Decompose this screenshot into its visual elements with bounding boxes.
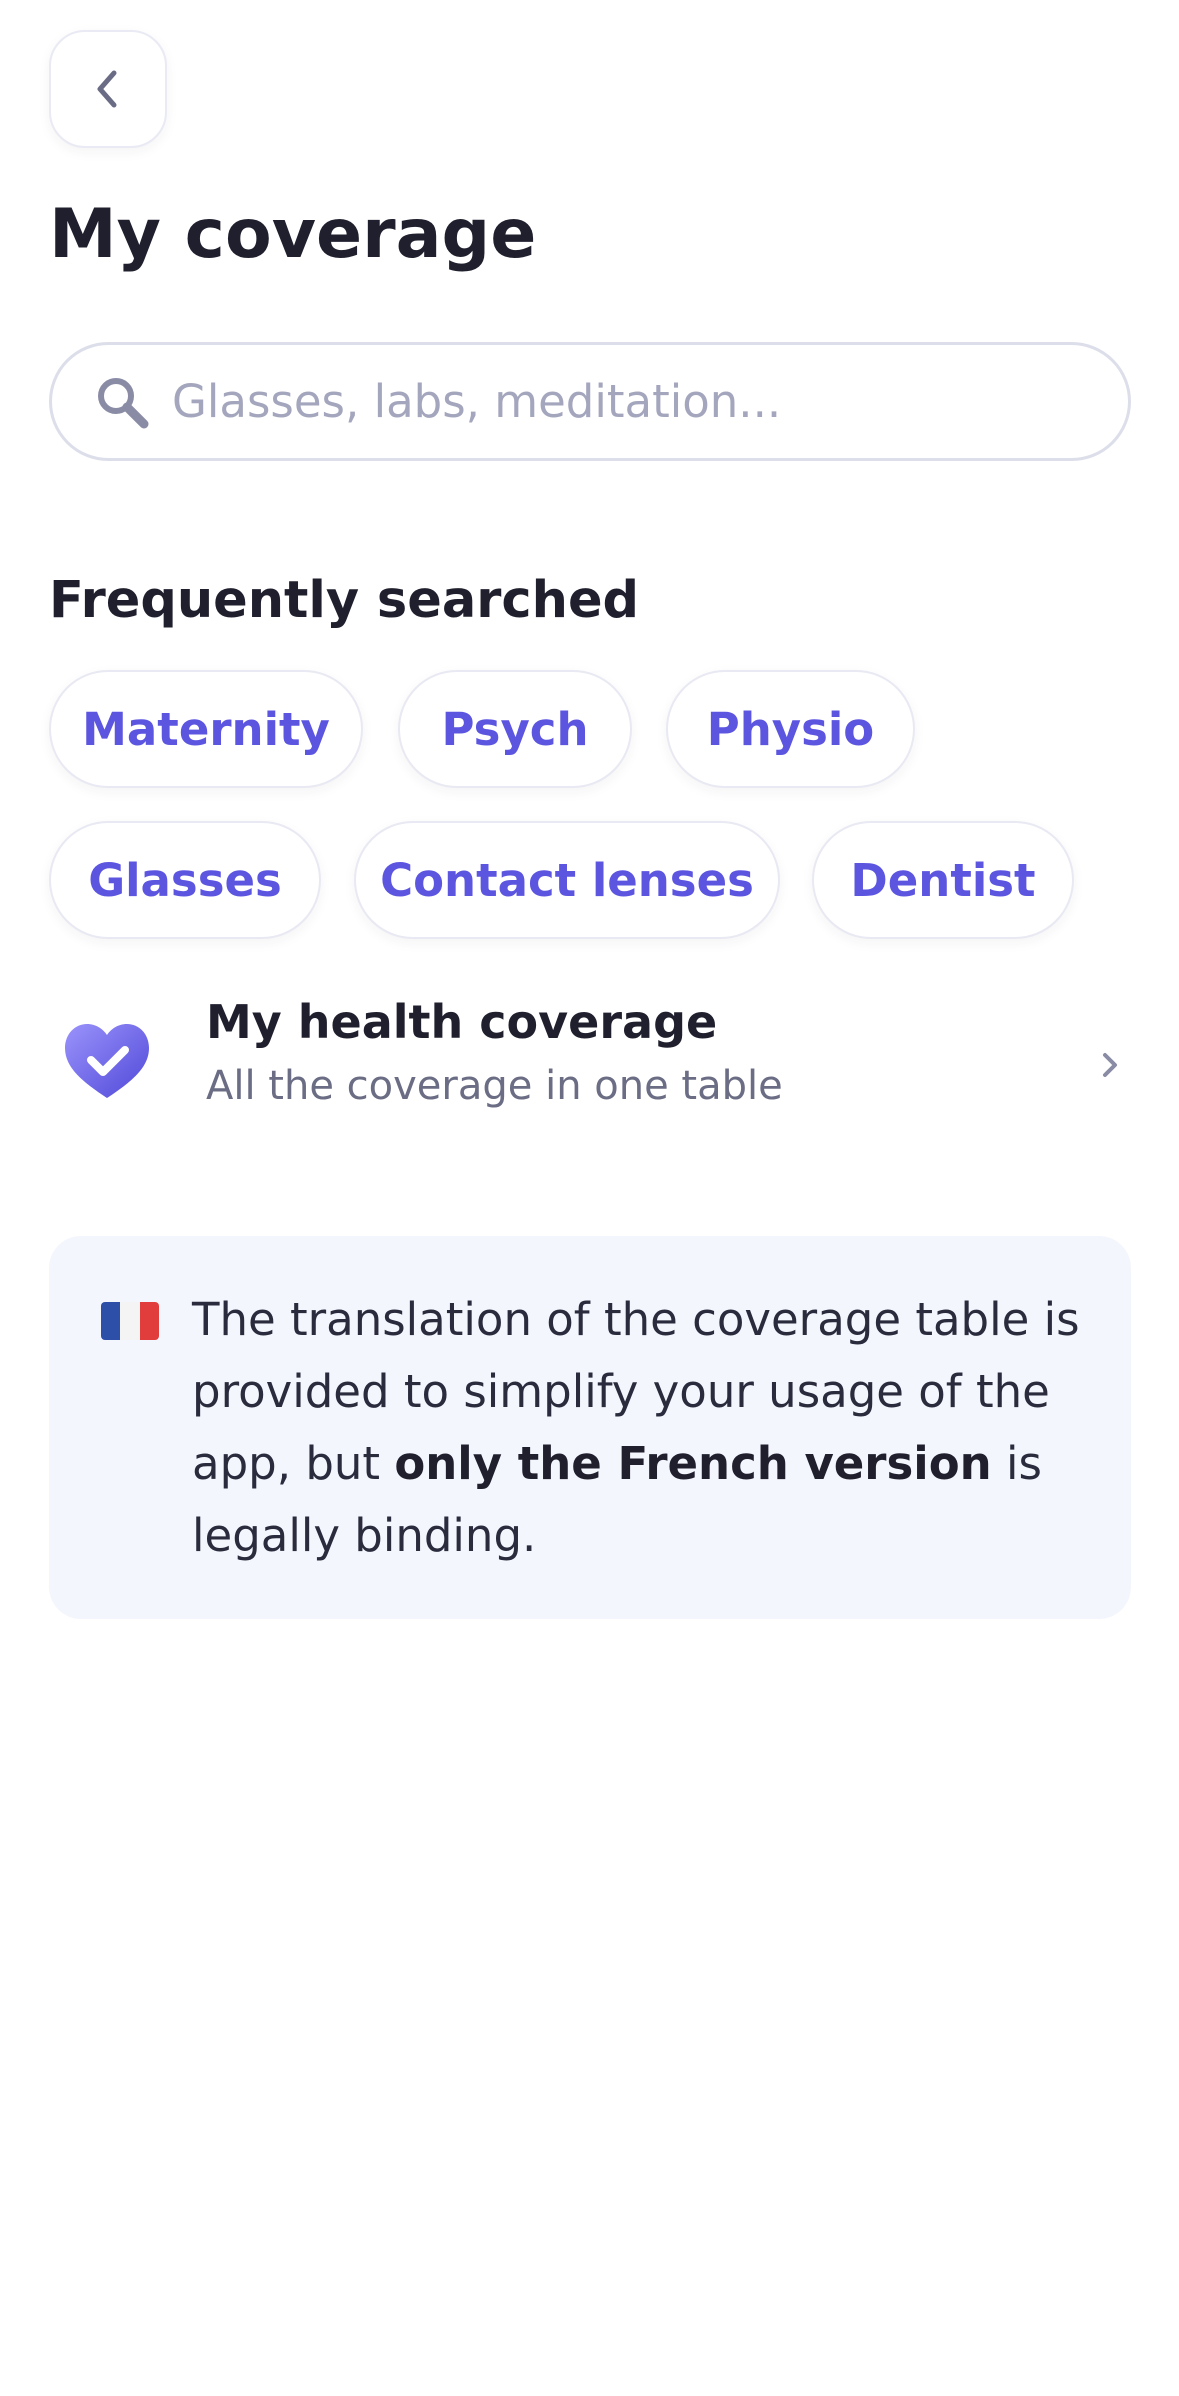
france-flag-icon: [101, 1302, 159, 1340]
health-coverage-title: My health coverage: [206, 995, 718, 1049]
chip-contact-lenses[interactable]: Contact lenses: [354, 821, 780, 939]
page-title: My coverage: [49, 195, 537, 274]
frequently-searched-title: Frequently searched: [49, 571, 640, 630]
chip-physio[interactable]: Physio: [666, 670, 915, 788]
search-bar[interactable]: [49, 342, 1131, 461]
heart-check-icon: [65, 1024, 149, 1098]
search-input[interactable]: [170, 374, 1070, 429]
chip-label: Maternity: [82, 702, 330, 756]
chip-dentist[interactable]: Dentist: [812, 821, 1074, 939]
chip-label: Contact lenses: [380, 853, 754, 907]
search-icon: [92, 372, 152, 432]
chevron-left-icon: [97, 70, 117, 108]
chip-label: Dentist: [850, 853, 1036, 907]
chip-label: Glasses: [88, 853, 282, 907]
health-coverage-link[interactable]: My health coverage All the coverage in o…: [49, 990, 1131, 1140]
health-coverage-subtitle: All the coverage in one table: [206, 1063, 783, 1109]
back-button[interactable]: [49, 30, 167, 148]
chip-label: Psych: [441, 702, 589, 756]
translation-notice: The translation of the coverage table is…: [49, 1236, 1131, 1619]
chip-psych[interactable]: Psych: [398, 670, 632, 788]
chip-glasses[interactable]: Glasses: [49, 821, 321, 939]
notice-text-bold: only the French version: [394, 1437, 992, 1490]
chip-maternity[interactable]: Maternity: [49, 670, 363, 788]
chip-label: Physio: [706, 702, 875, 756]
chevron-right-icon: [1103, 1053, 1117, 1077]
notice-text: The translation of the coverage table is…: [192, 1284, 1092, 1572]
